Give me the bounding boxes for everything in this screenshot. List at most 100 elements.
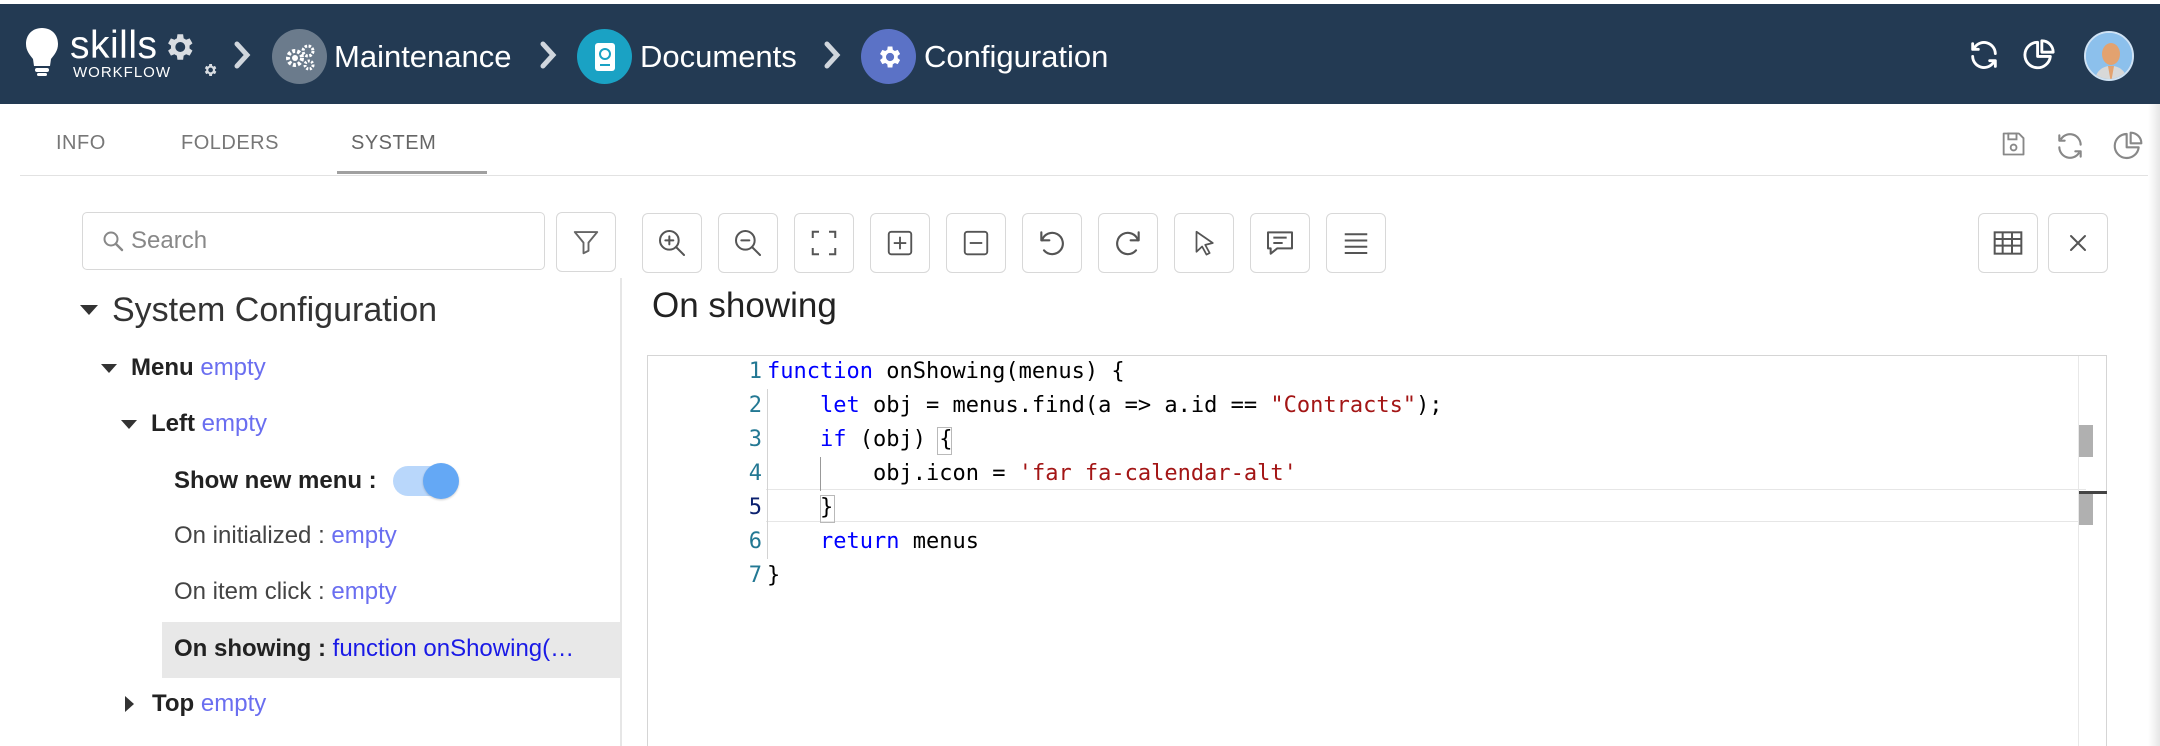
tree-item-left-label: Left [151,410,195,437]
chevron-right-icon [540,41,557,69]
code-text: ); [1416,393,1443,418]
chart-pie-icon[interactable] [2112,130,2144,162]
caret-down-icon [121,419,137,429]
editor-scrollbar[interactable] [2078,356,2079,746]
list-button[interactable] [1326,213,1386,273]
redo-button[interactable] [1098,213,1158,273]
tree-item-menu-label: Menu [131,354,194,381]
breadcrumb-maintenance[interactable]: Maintenance [334,38,512,76]
pointer-icon [1195,230,1214,256]
code-line-7: } [767,563,780,588]
tree-root[interactable]: System Configuration [80,290,438,329]
code-line-6: return menus [820,529,979,554]
current-line-highlight [766,489,2086,522]
brand-name: skills [70,24,158,67]
code-keyword: return [820,529,900,554]
on-initialized-label: On initialized : [174,522,325,549]
breadcrumb-documents-icon[interactable] [577,29,632,84]
breadcrumb-documents[interactable]: Documents [640,38,797,76]
code-text: (obj) [846,427,940,452]
redo-icon [1116,231,1140,256]
comment-icon [1267,231,1293,255]
overview-ruler-mark [2079,493,2093,525]
table-view-button[interactable] [1978,213,2038,273]
tree-item-menu[interactable]: Menu empty [101,352,266,384]
user-avatar[interactable] [2084,31,2134,81]
comment-button[interactable] [1250,213,1310,273]
code-brace: { [939,427,953,452]
gear-icon [168,34,193,60]
zoom-out-button[interactable] [718,213,778,273]
filter-icon [573,231,599,255]
code-text: obj.icon = [873,461,1019,486]
lightbulb-icon [26,28,58,76]
save-icon[interactable] [1999,130,2027,158]
code-keyword: if [820,427,847,452]
editor-title: On showing [652,286,837,325]
show-new-menu-row: Show new menu : [174,463,459,499]
collapse-all-button[interactable] [946,213,1006,273]
line-number: 3 [748,427,762,452]
expand-all-icon [887,230,913,256]
user-avatar-image [2086,33,2132,79]
on-item-click-row[interactable]: On item click : empty [174,576,397,608]
fit-screen-icon [811,230,837,256]
code-line-3: if (obj) { [820,427,952,452]
on-showing-row[interactable]: On showing : function onShowing(… [174,633,574,665]
gear-icon [879,46,900,67]
zoom-in-button[interactable] [642,213,702,273]
search-input[interactable] [131,223,531,259]
toggle-knob [422,463,459,499]
refresh-icon[interactable] [2054,130,2086,162]
indent-guide-active [820,457,821,491]
fit-screen-button[interactable] [794,213,854,273]
code-keyword: let [820,393,860,418]
tree-item-left[interactable]: Left empty [121,408,267,440]
gears-icon [285,44,314,70]
tab-folders[interactable]: FOLDERS [181,132,279,155]
tree-item-menu-value: empty [200,354,266,381]
breadcrumb-configuration-icon[interactable] [861,29,916,84]
code-string: 'far fa-calendar-alt' [1018,461,1297,486]
refresh-icon[interactable] [1967,38,2001,72]
line-number: 2 [748,393,762,418]
tree-item-top[interactable]: Top empty [125,688,266,720]
zoom-in-icon [659,230,685,256]
collapse-all-icon [963,230,989,256]
on-item-click-label: On item click : [174,578,325,605]
active-tab-indicator [337,171,487,174]
undo-button[interactable] [1022,213,1082,273]
show-new-menu-label: Show new menu : [174,467,377,494]
tab-info[interactable]: INFO [56,132,106,155]
page-scroll-shadow [2148,104,2160,746]
code-brace: } [767,563,781,588]
skills-workflow-logo[interactable]: skills WORKFLOW [24,24,217,84]
expand-all-button[interactable] [870,213,930,273]
passport-icon [594,42,615,71]
search-icon [103,231,124,252]
chart-pie-icon[interactable] [2022,38,2056,72]
line-number: 1 [748,359,762,384]
brand-subtitle: WORKFLOW [73,64,171,81]
panel-divider [620,278,622,746]
close-button[interactable] [2048,213,2108,273]
on-item-click-value: empty [331,578,397,605]
show-new-menu-toggle[interactable] [392,463,459,499]
line-number: 7 [748,563,762,588]
table-icon [1993,231,2023,255]
small-gear-icon [204,64,217,76]
breadcrumb-maintenance-icon[interactable] [272,29,327,84]
line-number: 4 [748,461,762,486]
code-editor[interactable]: 1 2 3 4 5 6 7 function onShowing(menus) … [647,355,2107,746]
zoom-out-icon [735,230,761,256]
tree-root-label: System Configuration [112,290,438,329]
caret-down-icon [101,363,117,373]
on-initialized-row[interactable]: On initialized : empty [174,520,397,552]
tab-system[interactable]: SYSTEM [351,132,436,155]
code-brace: } [820,495,834,520]
select-pointer-button[interactable] [1174,213,1234,273]
filter-button[interactable] [556,212,616,272]
code-text: menus [899,529,979,554]
breadcrumb-configuration[interactable]: Configuration [924,38,1108,76]
code-line-1: function onShowing(menus) { [767,359,1125,384]
